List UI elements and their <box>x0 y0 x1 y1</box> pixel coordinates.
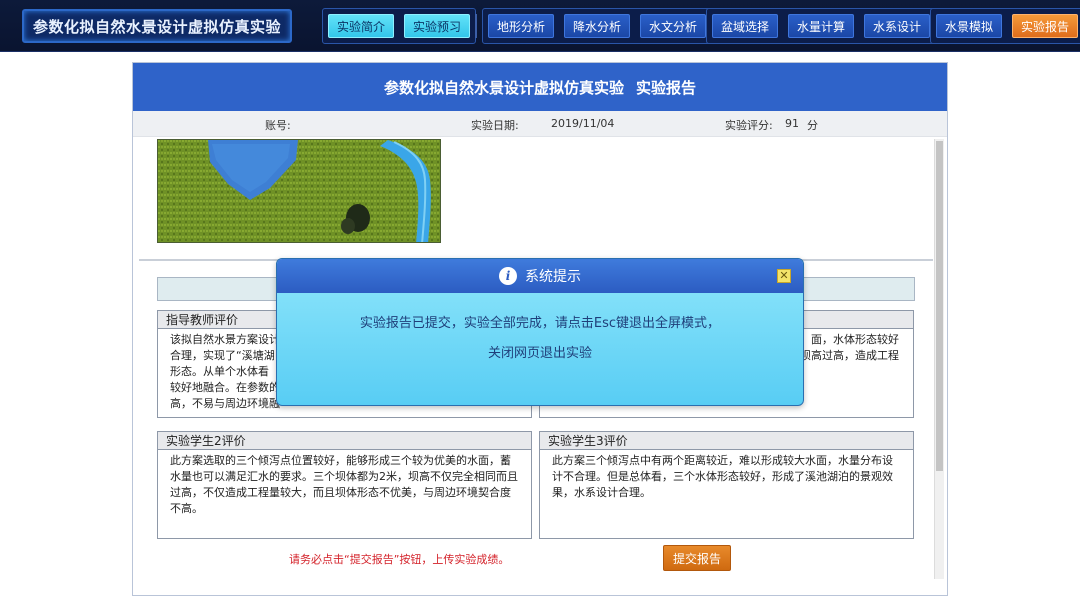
scrollbar-thumb[interactable] <box>936 141 943 471</box>
nav-rainfall-button[interactable]: 降水分析 <box>564 14 631 38</box>
nav-terrain-button[interactable]: 地形分析 <box>488 14 555 38</box>
report-header: 参数化拟自然水景设计虚拟仿真实验 实验报告 <box>133 63 947 111</box>
nav-group-simulation: 水景模拟 实验报告 <box>930 8 1080 44</box>
nav-group-intro: 实验简介 实验预习 <box>322 8 477 44</box>
student2-evaluation-text: 此方案选取的三个倾泻点位置较好，能够形成三个较为优美的水面，蓄水量也可以满足汇水… <box>170 454 518 515</box>
submit-report-button[interactable]: 提交报告 <box>663 545 731 571</box>
nav-divider <box>475 14 477 38</box>
dialog-title: 系统提示 <box>525 269 581 285</box>
report-info-row: 账号: 实验日期: 2019/11/04 实验评分: 91 分 <box>133 111 947 137</box>
student3-evaluation-text: 此方案三个倾泻点中有两个距离较近，难以形成较大水面，水量分布设计不合理。但是总体… <box>552 454 893 499</box>
nav-preview-button[interactable]: 实验预习 <box>404 14 471 38</box>
submit-reminder-note: 请务必点击“提交报告”按钮，上传实验成绩。 <box>289 553 510 566</box>
system-prompt-dialog: i 系统提示 ✕ 实验报告已提交，实验全部完成，请点击Esc键退出全屏模式， 关… <box>276 258 804 406</box>
dialog-message-line2: 关闭网页退出实验 <box>487 346 592 361</box>
report-subtitle: 实验报告 <box>636 78 697 97</box>
date-value: 2019/11/04 <box>551 117 615 130</box>
nav-report-button[interactable]: 实验报告 <box>1012 14 1079 38</box>
student2-evaluation-title: 实验学生2评价 <box>158 432 531 450</box>
nav-water-volume-button[interactable]: 水量计算 <box>788 14 855 38</box>
info-icon: i <box>499 267 517 285</box>
report-title: 参数化拟自然水景设计虚拟仿真实验 <box>383 78 624 97</box>
date-label: 实验日期: <box>471 119 519 132</box>
nav-hydrology-button[interactable]: 水文分析 <box>640 14 707 38</box>
dialog-message: 实验报告已提交，实验全部完成，请点击Esc键退出全屏模式， 关闭网页退出实验 <box>277 293 803 369</box>
nav-group-analysis: 地形分析 降水分析 水文分析 <box>482 8 713 44</box>
student2-evaluation-box: 实验学生2评价 此方案选取的三个倾泻点位置较好，能够形成三个较为优美的水面，蓄水… <box>157 431 532 539</box>
nav-water-system-button[interactable]: 水系设计 <box>864 14 931 38</box>
student3-evaluation-box: 实验学生3评价 此方案三个倾泻点中有两个距离较近，难以形成较大水面，水量分布设计… <box>539 431 914 539</box>
nav-intro-button[interactable]: 实验简介 <box>328 14 395 38</box>
top-nav-bar: 参数化拟自然水景设计虚拟仿真实验 实验简介 实验预习 地形分析 降水分析 水文分… <box>0 0 1080 52</box>
score-label: 实验评分: <box>725 119 773 132</box>
nav-group-design: 盆域选择 水量计算 水系设计 <box>706 8 937 44</box>
account-label: 账号: <box>265 119 291 132</box>
score-value: 91 <box>785 117 799 130</box>
score-unit: 分 <box>807 119 818 132</box>
terrain-map-image <box>157 139 441 243</box>
dialog-message-line1: 实验报告已提交，实验全部完成，请点击Esc键退出全屏模式， <box>359 316 721 331</box>
report-scrollbar[interactable] <box>934 139 944 579</box>
dialog-header: i 系统提示 ✕ <box>277 259 803 293</box>
app-title: 参数化拟自然水景设计虚拟仿真实验 <box>22 9 292 43</box>
nav-basin-button[interactable]: 盆域选择 <box>712 14 779 38</box>
nav-simulation-button[interactable]: 水景模拟 <box>936 14 1003 38</box>
close-icon[interactable]: ✕ <box>777 269 791 283</box>
student3-evaluation-title: 实验学生3评价 <box>540 432 913 450</box>
